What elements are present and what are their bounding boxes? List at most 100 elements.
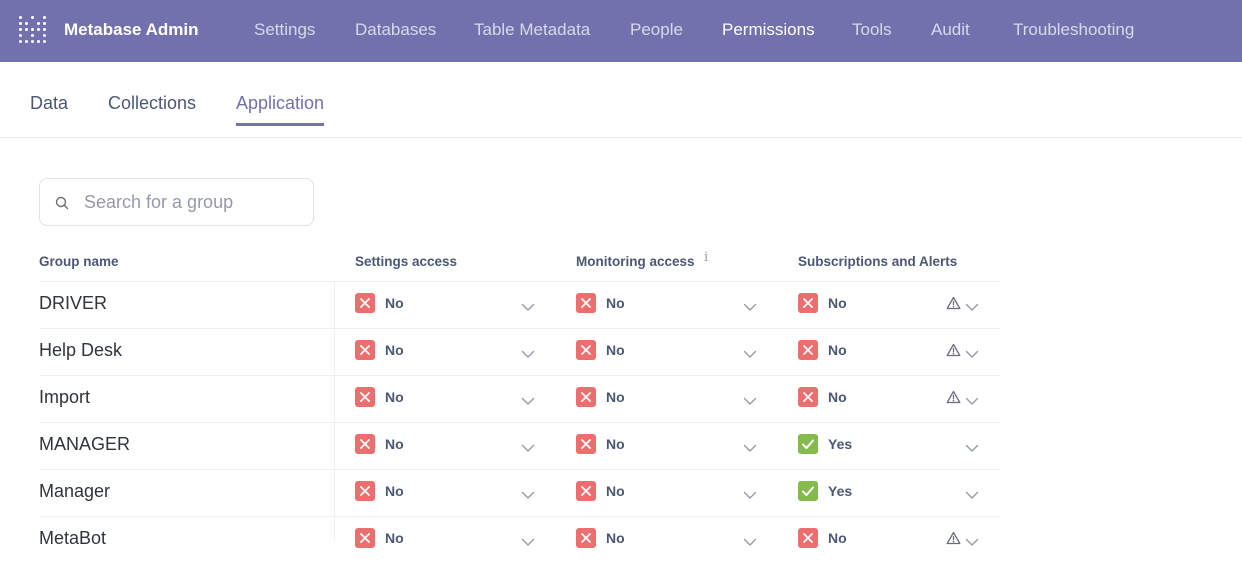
- chevron-down-icon[interactable]: [521, 346, 535, 364]
- chevron-down-icon[interactable]: [743, 487, 757, 505]
- permission-value: No: [385, 342, 404, 358]
- settings-access-select[interactable]: No: [355, 387, 545, 411]
- permission-value: No: [385, 483, 404, 499]
- permission-value: No: [385, 389, 404, 405]
- close-icon: [576, 528, 596, 548]
- nav-table-metadata[interactable]: Table Metadata: [474, 20, 590, 40]
- close-icon: [355, 340, 375, 360]
- settings-access-select[interactable]: No: [355, 340, 545, 364]
- logo-dot: [25, 40, 28, 43]
- tab-collections[interactable]: Collections: [108, 93, 196, 124]
- group-name[interactable]: DRIVER: [39, 293, 107, 314]
- close-icon: [576, 387, 596, 407]
- chevron-down-icon[interactable]: [521, 299, 535, 317]
- chevron-down-icon[interactable]: [965, 534, 979, 552]
- permission-value: No: [385, 530, 404, 546]
- logo-dot: [31, 40, 34, 43]
- chevron-down-icon[interactable]: [965, 440, 979, 458]
- chevron-down-icon[interactable]: [743, 299, 757, 317]
- subscriptions-alerts-select[interactable]: Yes: [798, 481, 988, 505]
- logo-dot: [19, 40, 22, 43]
- settings-access-select[interactable]: No: [355, 434, 545, 458]
- table-row: Import No No No: [39, 375, 1000, 422]
- group-name[interactable]: Import: [39, 387, 90, 408]
- chevron-down-icon[interactable]: [743, 393, 757, 411]
- nav-audit[interactable]: Audit: [931, 20, 970, 40]
- logo-dot: [37, 22, 40, 25]
- monitoring-access-select[interactable]: No: [576, 340, 766, 364]
- chevron-down-icon[interactable]: [521, 534, 535, 552]
- monitoring-access-select[interactable]: No: [576, 293, 766, 317]
- permission-value: No: [828, 342, 847, 358]
- permission-value: No: [385, 295, 404, 311]
- logo-dot: [37, 28, 40, 31]
- warning-icon[interactable]: [946, 531, 961, 550]
- monitoring-access-select[interactable]: No: [576, 434, 766, 458]
- close-icon: [798, 293, 818, 313]
- close-icon: [355, 293, 375, 313]
- group-search-input[interactable]: [84, 189, 304, 215]
- monitoring-access-select[interactable]: No: [576, 387, 766, 411]
- column-header-group-name: Group name: [39, 254, 119, 269]
- chevron-down-icon[interactable]: [965, 346, 979, 364]
- chevron-down-icon[interactable]: [743, 534, 757, 552]
- nav-people[interactable]: People: [630, 20, 683, 40]
- subscriptions-alerts-select[interactable]: No: [798, 293, 988, 317]
- chevron-down-icon[interactable]: [965, 487, 979, 505]
- nav-databases[interactable]: Databases: [355, 20, 436, 40]
- chevron-down-icon[interactable]: [743, 440, 757, 458]
- nav-tools[interactable]: Tools: [852, 20, 892, 40]
- chevron-down-icon[interactable]: [521, 487, 535, 505]
- close-icon: [798, 528, 818, 548]
- chevron-down-icon[interactable]: [521, 393, 535, 411]
- group-name[interactable]: Help Desk: [39, 340, 122, 361]
- monitoring-access-select[interactable]: No: [576, 481, 766, 505]
- permission-value: No: [828, 530, 847, 546]
- close-icon: [576, 293, 596, 313]
- column-header-settings-access: Settings access: [355, 254, 458, 269]
- logo-dot: [19, 16, 22, 19]
- nav-settings[interactable]: Settings: [254, 20, 315, 40]
- group-name[interactable]: Manager: [39, 481, 110, 502]
- warning-icon[interactable]: [946, 343, 961, 362]
- group-name[interactable]: MANAGER: [39, 434, 130, 455]
- chevron-down-icon[interactable]: [743, 346, 757, 364]
- table-row: Manager No No Yes: [39, 469, 1000, 516]
- metabase-logo-icon[interactable]: [18, 15, 46, 45]
- close-icon: [355, 528, 375, 548]
- subscriptions-alerts-select[interactable]: Yes: [798, 434, 988, 458]
- logo-dot: [25, 22, 28, 25]
- logo-dot: [25, 28, 28, 31]
- logo-dot: [19, 22, 22, 25]
- admin-navbar: Metabase Admin Settings Databases Table …: [0, 0, 1242, 62]
- settings-access-select[interactable]: No: [355, 481, 545, 505]
- subscriptions-alerts-select[interactable]: No: [798, 340, 988, 364]
- close-icon: [576, 434, 596, 454]
- chevron-down-icon[interactable]: [965, 299, 979, 317]
- info-icon[interactable]: i: [704, 250, 708, 265]
- close-icon: [798, 340, 818, 360]
- logo-dot: [19, 28, 22, 31]
- subscriptions-alerts-select[interactable]: No: [798, 387, 988, 411]
- group-name[interactable]: MetaBot: [39, 528, 106, 549]
- permission-value: No: [606, 389, 625, 405]
- tab-application[interactable]: Application: [236, 93, 325, 126]
- tab-data[interactable]: Data: [30, 93, 68, 124]
- settings-access-select[interactable]: No: [355, 293, 545, 317]
- permission-value: No: [606, 342, 625, 358]
- table-row: MANAGER No No Yes: [39, 422, 1000, 469]
- check-icon: [798, 481, 818, 501]
- column-header-monitoring-access: Monitoring access: [576, 254, 695, 269]
- logo-dot: [31, 16, 34, 19]
- warning-icon[interactable]: [946, 390, 961, 409]
- permission-value: No: [828, 295, 847, 311]
- close-icon: [798, 387, 818, 407]
- chevron-down-icon[interactable]: [965, 393, 979, 411]
- warning-icon[interactable]: [946, 296, 961, 315]
- permission-value: No: [606, 436, 625, 452]
- logo-dot: [43, 28, 46, 31]
- nav-troubleshooting[interactable]: Troubleshooting: [1013, 20, 1134, 40]
- chevron-down-icon[interactable]: [521, 440, 535, 458]
- nav-permissions[interactable]: Permissions: [722, 20, 815, 40]
- logo-dot: [43, 22, 46, 25]
